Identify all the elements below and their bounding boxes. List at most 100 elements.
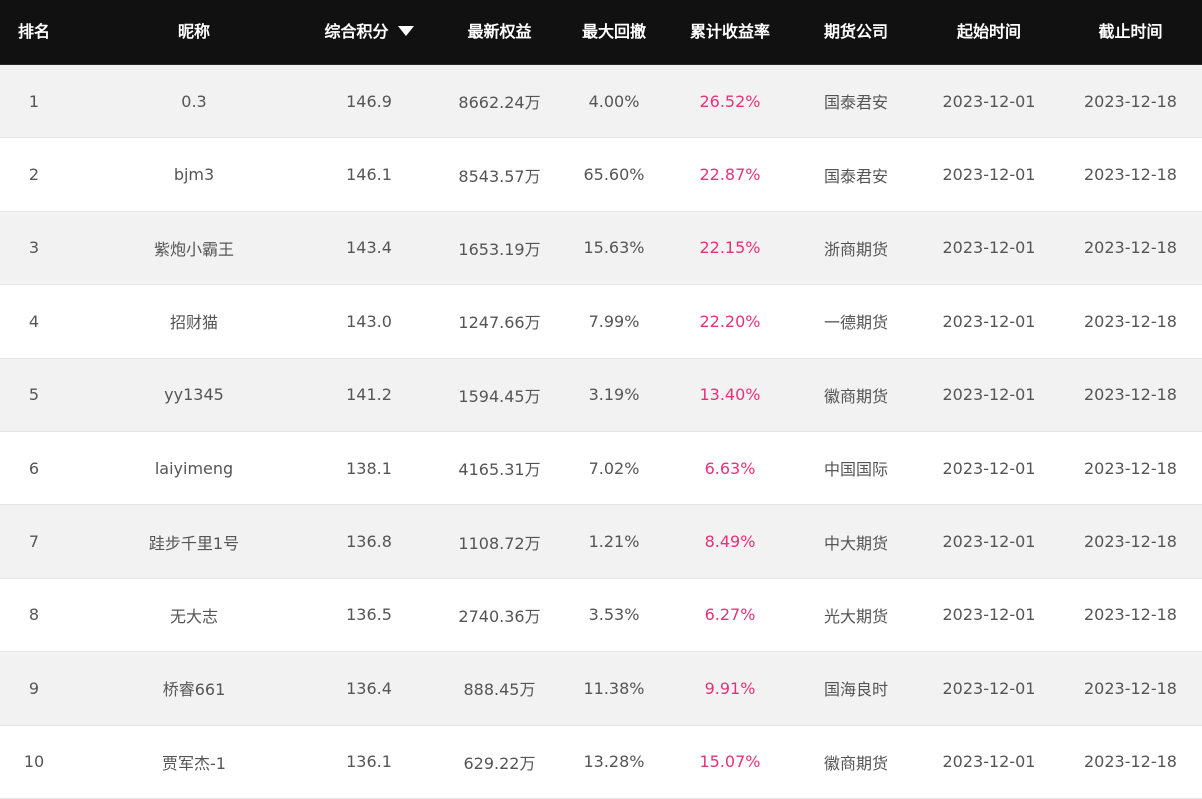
cell-drawdown: 7.99% <box>588 311 640 331</box>
header-rank: 排名 <box>17 22 50 41</box>
cell-drawdown: 3.19% <box>588 385 640 405</box>
header-nickname: 昵称 <box>177 22 210 41</box>
cell-start-time: 2023-12-01 <box>942 678 1036 698</box>
cell-return: 8.49% <box>704 532 756 552</box>
cell-drawdown: 3.53% <box>588 605 640 625</box>
cell-return: 13.40% <box>699 385 761 405</box>
cell-rank: 3 <box>28 238 40 258</box>
cell-rank: 2 <box>28 165 40 185</box>
cell-rank: 8 <box>28 605 40 625</box>
cell-score: 146.1 <box>346 165 392 185</box>
cell-end-time: 2023-12-18 <box>1084 605 1177 625</box>
cell-end-time: 2023-12-18 <box>1084 678 1177 698</box>
table-row: 9 桥睿661 136.4 888.45万 11.38% 9.91% 国海良时 2023-12… <box>0 652 1202 726</box>
cell-nickname: bjm3 <box>173 165 215 185</box>
header-score-sortable[interactable]: 综合积分 <box>320 0 418 64</box>
cell-nickname: 0.3 <box>181 91 207 111</box>
cell-equity: 8543.57万 <box>458 166 541 186</box>
cell-return: 22.20% <box>699 311 761 331</box>
cell-return: 9.91% <box>704 678 756 698</box>
cell-score: 138.1 <box>346 458 392 478</box>
table-row: 4 招财猫 143.0 1247.66万 7.99% 22.20% 一德期货 2023-12-… <box>0 285 1202 359</box>
cell-rank: 1 <box>28 91 40 111</box>
cell-end-time: 2023-12-18 <box>1084 385 1177 405</box>
table-row: 3 紫炮小霸王 143.4 1653.19万 15.63% 22.15% 浙商期货 2023-… <box>0 211 1202 286</box>
cell-company: 徽商期货 <box>823 386 888 406</box>
cell-rank: 4 <box>28 311 40 331</box>
header-end-time: 截止时间 <box>1098 22 1163 41</box>
cell-return: 6.63% <box>704 458 756 478</box>
table-row: 10 贾军杰-1 136.1 629.22万 13.28% 15.07% 徽商期货 2023-… <box>0 725 1202 799</box>
cell-end-time: 2023-12-18 <box>1084 165 1177 185</box>
cell-drawdown: 65.60% <box>583 165 645 185</box>
table-body: 1 0.3 146.9 8662.24万 4.00% 26.52% 国泰君安 2023-12-… <box>0 65 1202 799</box>
cell-score: 141.2 <box>346 385 392 405</box>
cell-score: 136.8 <box>346 532 392 552</box>
table-header: 排名 昵称 综合积分 最新权益 最大回撤 累计收益率 期货公司 起始时间 截止时… <box>0 0 1202 66</box>
cell-score: 136.5 <box>346 605 392 625</box>
cell-end-time: 2023-12-18 <box>1084 238 1177 258</box>
cell-equity: 1247.66万 <box>458 313 541 333</box>
cell-rank: 10 <box>23 752 45 772</box>
cell-drawdown: 4.00% <box>588 91 640 111</box>
header-start-time: 起始时间 <box>956 22 1021 41</box>
cell-start-time: 2023-12-01 <box>942 385 1036 405</box>
cell-company: 徽商期货 <box>823 753 888 773</box>
cell-return: 6.27% <box>704 605 756 625</box>
cell-nickname: laiyimeng <box>154 458 234 478</box>
cell-company: 浙商期货 <box>823 239 888 259</box>
cell-rank: 5 <box>28 385 40 405</box>
ranking-table: 排名 昵称 综合积分 最新权益 最大回撤 累计收益率 期货公司 起始时间 截止时… <box>0 0 1202 799</box>
cell-company: 光大期货 <box>823 606 888 626</box>
cell-nickname: 贾军杰-1 <box>162 753 226 773</box>
cell-nickname: 紫炮小霸王 <box>153 239 234 259</box>
cell-return: 15.07% <box>699 752 761 772</box>
cell-nickname: 招财猫 <box>169 313 218 333</box>
cell-nickname: 跬步千里1号 <box>148 533 240 553</box>
cell-rank: 9 <box>28 678 40 698</box>
cell-score: 143.0 <box>346 311 392 331</box>
header-return: 累计收益率 <box>689 22 770 41</box>
cell-return: 22.15% <box>699 238 761 258</box>
header-equity: 最新权益 <box>467 22 532 41</box>
cell-company: 国泰君安 <box>823 166 888 186</box>
cell-drawdown: 15.63% <box>583 238 645 258</box>
cell-company: 国海良时 <box>823 680 888 700</box>
cell-score: 146.9 <box>346 91 392 111</box>
cell-drawdown: 13.28% <box>583 752 645 772</box>
cell-return: 22.87% <box>699 165 761 185</box>
cell-equity: 2740.36万 <box>458 606 541 626</box>
table-row: 5 yy1345 141.2 1594.45万 3.19% 13.40% 徽商期货 2023-… <box>0 358 1202 432</box>
cell-drawdown: 11.38% <box>583 678 645 698</box>
table-row: 2 bjm3 146.1 8543.57万 65.60% 22.87% 国泰君安 2023-1… <box>0 138 1202 212</box>
table-row: 1 0.3 146.9 8662.24万 4.00% 26.52% 国泰君安 2023-12-… <box>0 65 1202 139</box>
cell-equity: 1594.45万 <box>458 386 541 406</box>
header-drawdown: 最大回撤 <box>581 22 646 41</box>
cell-equity: 8662.24万 <box>458 93 541 113</box>
cell-end-time: 2023-12-18 <box>1084 311 1177 331</box>
cell-start-time: 2023-12-01 <box>942 532 1036 552</box>
cell-company: 国泰君安 <box>823 93 888 113</box>
cell-company: 中大期货 <box>823 533 888 553</box>
cell-score: 136.4 <box>346 678 392 698</box>
cell-end-time: 2023-12-18 <box>1084 532 1177 552</box>
cell-equity: 4165.31万 <box>458 460 541 480</box>
cell-start-time: 2023-12-01 <box>942 311 1036 331</box>
cell-equity: 888.45万 <box>463 680 536 700</box>
table-row: 6 laiyimeng 138.1 4165.31万 7.02% 6.63% 中国国际 202… <box>0 431 1202 506</box>
cell-score: 136.1 <box>346 752 392 772</box>
sort-descending-icon[interactable] <box>397 25 414 36</box>
cell-start-time: 2023-12-01 <box>942 605 1036 625</box>
cell-equity: 1653.19万 <box>458 239 541 259</box>
cell-nickname: 桥睿661 <box>162 680 226 700</box>
cell-end-time: 2023-12-18 <box>1084 458 1177 478</box>
cell-end-time: 2023-12-18 <box>1084 91 1177 111</box>
cell-start-time: 2023-12-01 <box>942 91 1036 111</box>
cell-company: 中国国际 <box>823 460 888 480</box>
cell-nickname: 无大志 <box>169 606 218 626</box>
cell-start-time: 2023-12-01 <box>942 458 1036 478</box>
table-row: 8 无大志 136.5 2740.36万 3.53% 6.27% 光大期货 2023-12-0… <box>0 578 1202 653</box>
cell-equity: 629.22万 <box>463 753 536 773</box>
cell-end-time: 2023-12-18 <box>1084 752 1177 772</box>
cell-rank: 6 <box>28 458 40 478</box>
